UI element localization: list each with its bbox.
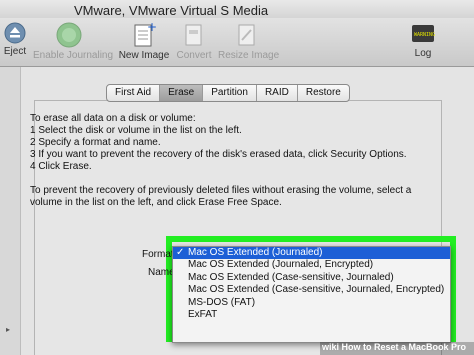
svg-text:+: +	[147, 22, 156, 34]
log-button[interactable]: WARNING Log	[408, 18, 438, 66]
toolbar: Eject Enable Journaling + New Image Conv…	[0, 18, 474, 67]
resize-image-label: Resize Image	[218, 50, 280, 61]
eject-label: Eject	[3, 46, 27, 57]
format-option[interactable]: Mac OS Extended (Case-sensitive, Journal…	[173, 272, 450, 284]
instruction-line: 3 If you want to prevent the recovery of…	[30, 149, 407, 160]
disclosure-arrow-icon[interactable]: ▸	[6, 325, 10, 334]
eject-button[interactable]: Eject	[2, 18, 28, 66]
format-option-label: Mac OS Extended (Journaled)	[188, 247, 323, 258]
free-space-line: volume in the list on the left, and clic…	[30, 197, 282, 208]
format-dropdown-menu[interactable]: ✓ Mac OS Extended (Journaled) Mac OS Ext…	[172, 246, 451, 343]
format-option[interactable]: ExFAT	[173, 309, 450, 321]
format-option[interactable]: Mac OS Extended (Journaled, Encrypted)	[173, 259, 450, 271]
window-title: VMware, VMware Virtual S Media	[74, 3, 269, 18]
format-option[interactable]: MS-DOS (FAT)	[173, 297, 450, 309]
free-space-line: To prevent the recovery of previously de…	[30, 185, 412, 196]
tab-partition[interactable]: Partition	[203, 85, 257, 101]
convert-icon	[185, 24, 202, 46]
instruction-line: 1 Select the disk or volume in the list …	[30, 125, 242, 136]
disk-list-sidebar[interactable]: ▸	[0, 67, 21, 355]
tab-first-aid[interactable]: First Aid	[107, 85, 161, 101]
journaling-icon	[56, 22, 82, 48]
new-image-label: New Image	[118, 50, 170, 61]
watermark-prefix: wiki	[322, 342, 340, 352]
tab-raid[interactable]: RAID	[257, 85, 298, 101]
erase-instructions: To erase all data on a disk or volume: 1…	[30, 113, 450, 209]
name-label: Name	[148, 267, 175, 278]
log-badge: WARNING	[414, 32, 435, 38]
instruction-line: 4 Click Erase.	[30, 161, 92, 172]
resize-image-button[interactable]: Resize Image	[218, 18, 280, 66]
resize-image-icon	[238, 24, 255, 46]
disk-utility-window: VMware, VMware Virtual S Media Eject Ena…	[0, 0, 474, 355]
log-label: Log	[414, 48, 432, 59]
format-label: Format	[142, 249, 174, 260]
wikihow-watermark: wiki How to Reset a MacBook Pro	[320, 342, 474, 355]
format-option[interactable]: Mac OS Extended (Case-sensitive, Journal…	[173, 284, 450, 296]
instruction-line: 2 Specify a format and name.	[30, 137, 161, 148]
format-option-selected[interactable]: ✓ Mac OS Extended (Journaled)	[173, 247, 450, 260]
new-image-button[interactable]: + New Image	[117, 18, 171, 66]
enable-journaling-label: Enable Journaling	[33, 50, 114, 61]
enable-journaling-button[interactable]: Enable Journaling	[33, 18, 113, 66]
log-icon: WARNING	[412, 25, 435, 42]
tab-bar: First Aid Erase Partition RAID Restore	[106, 84, 350, 102]
instruction-line: To erase all data on a disk or volume:	[30, 113, 196, 124]
convert-label: Convert	[176, 50, 212, 61]
tab-restore[interactable]: Restore	[298, 85, 349, 101]
convert-button[interactable]: Convert	[174, 18, 214, 66]
tab-erase[interactable]: Erase	[160, 85, 204, 101]
watermark-text: How to Reset a MacBook Pro	[341, 342, 467, 352]
eject-icon	[4, 22, 26, 44]
new-image-icon: +	[134, 22, 156, 47]
checkmark-icon: ✓	[176, 247, 185, 258]
